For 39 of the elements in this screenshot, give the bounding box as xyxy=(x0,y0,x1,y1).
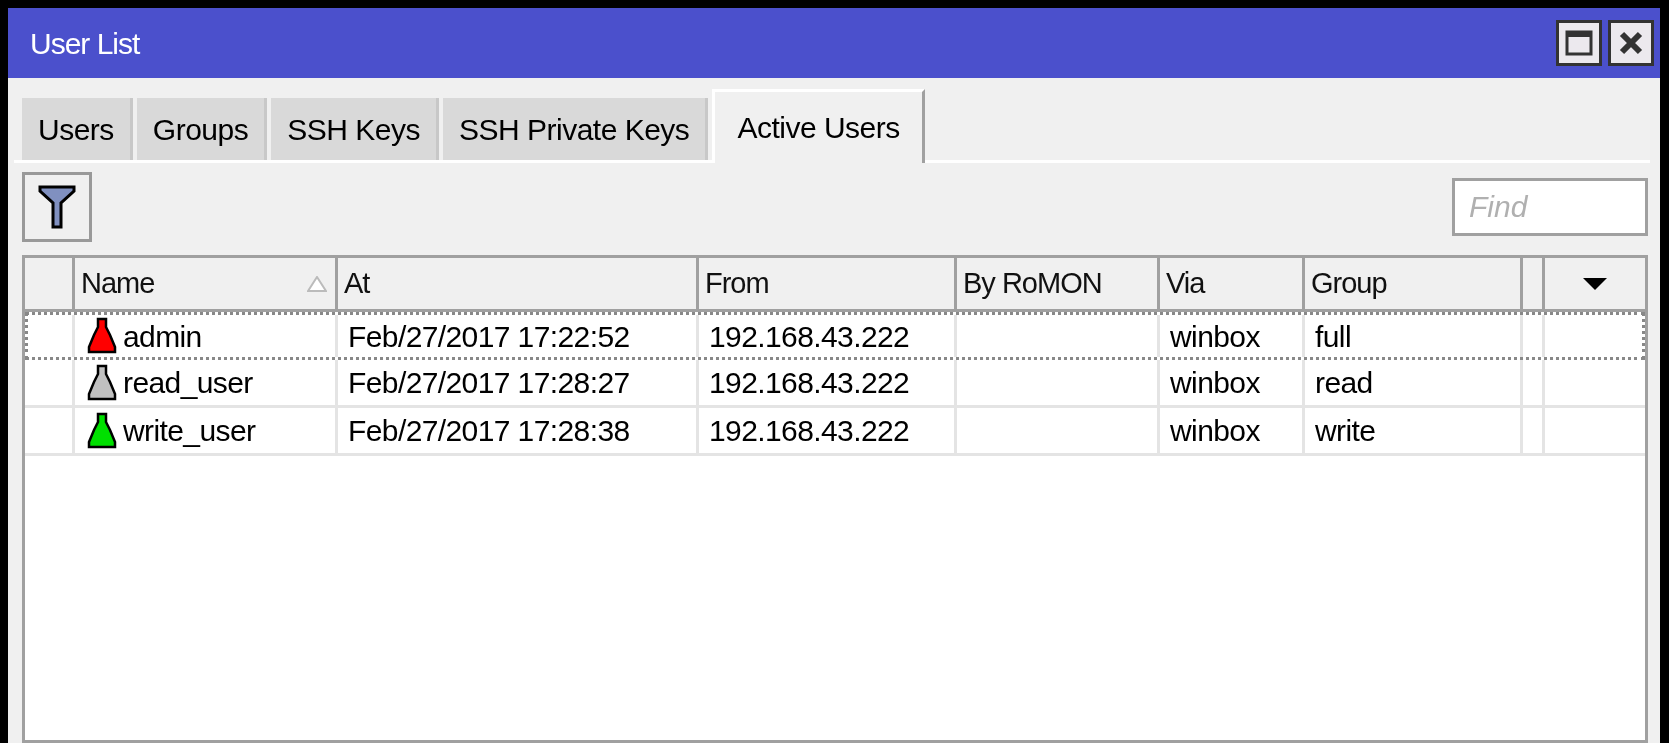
column-header[interactable]: At xyxy=(344,261,370,306)
maximize-icon xyxy=(1565,30,1593,56)
close-button[interactable] xyxy=(1608,20,1654,66)
tab[interactable]: Groups xyxy=(136,98,268,160)
tab[interactable]: Users xyxy=(22,98,133,160)
column-header[interactable]: Via xyxy=(1166,261,1205,306)
tab[interactable]: SSH Keys xyxy=(271,98,439,160)
close-icon xyxy=(1618,30,1644,56)
column-header[interactable]: By RoMON xyxy=(963,261,1102,306)
table-cell-text: Feb/27/2017 17:28:38 xyxy=(348,413,630,449)
funnel-icon xyxy=(38,185,76,229)
table-cell-text: write_user xyxy=(123,413,256,449)
table-cell-text: read_user xyxy=(123,365,253,401)
tab[interactable]: SSH Private Keys xyxy=(442,98,709,160)
table-cell-text: 192.168.43.222 xyxy=(709,413,910,449)
find-field[interactable]: Find xyxy=(1452,178,1648,236)
tab[interactable]: Active Users xyxy=(712,89,925,163)
table-row[interactable]: read_user Feb/27/2017 17:28:27 192.168.43.222 winbox read xyxy=(25,360,1645,408)
sort-ascending-icon xyxy=(307,275,327,292)
maximize-button[interactable] xyxy=(1556,20,1602,66)
table-cell-text: read xyxy=(1315,365,1373,401)
dropdown-icon xyxy=(1582,276,1608,291)
table-cell-text: full xyxy=(1315,318,1351,355)
table-cell-text: Feb/27/2017 17:28:27 xyxy=(348,365,630,401)
column-header[interactable]: Group xyxy=(1311,261,1387,306)
table-cell-text: admin xyxy=(123,318,202,355)
column-header[interactable]: Name xyxy=(81,261,155,306)
table-cell-text: Feb/27/2017 17:22:52 xyxy=(348,318,630,355)
table-cell-text: winbox xyxy=(1170,413,1260,449)
filter-button[interactable] xyxy=(22,172,92,242)
table-row[interactable]: write_user Feb/27/2017 17:28:38 192.168.43.222 winbox write xyxy=(25,408,1645,456)
table-row[interactable]: admin Feb/27/2017 17:22:52 192.168.43.222 winbox full xyxy=(25,312,1645,360)
table-cell-text: winbox xyxy=(1170,365,1260,401)
table-cell-text: 192.168.43.222 xyxy=(709,365,910,401)
table-cell-text: write xyxy=(1315,413,1376,449)
column-header[interactable]: From xyxy=(705,261,769,306)
table-cell-text: 192.168.43.222 xyxy=(709,318,910,355)
table-cell-text: winbox xyxy=(1170,318,1260,355)
window-title: User List xyxy=(30,25,141,62)
